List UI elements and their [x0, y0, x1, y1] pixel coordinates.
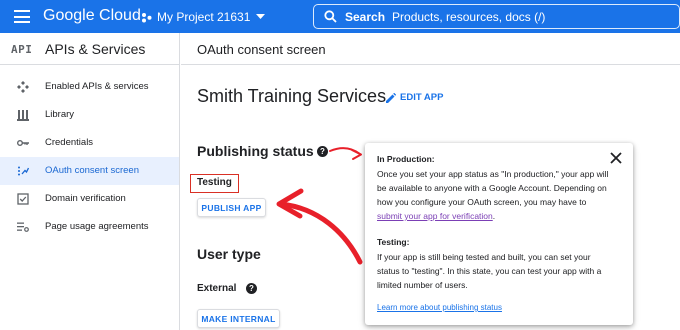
production-heading: In Production: — [377, 154, 435, 164]
app-root: Google Cloud My Project 21631 Search Pro… — [0, 0, 680, 330]
production-description: Once you set your app status as "In prod… — [377, 167, 613, 223]
search-input[interactable]: Search Products, resources, docs (/) — [313, 4, 680, 29]
sidebar-item-library[interactable]: Library — [0, 101, 179, 129]
sidebar: API APIs & Services Enabled APIs & servi… — [0, 33, 180, 330]
annotation-arrowhead-small — [351, 149, 362, 160]
testing-description: If your app is still being tested and bu… — [377, 252, 602, 290]
sidebar-item-enabled-apis[interactable]: Enabled APIs & services — [0, 73, 179, 101]
enabled-apis-icon — [17, 81, 29, 93]
sidebar-item-label: Enabled APIs & services — [45, 81, 149, 92]
project-icon — [142, 12, 152, 22]
main-header: OAuth consent screen — [181, 33, 680, 65]
sidebar-title: APIs & Services — [45, 41, 146, 57]
production-end: . — [492, 211, 496, 221]
api-logo: API — [11, 43, 33, 56]
edit-app-button[interactable]: EDIT APP — [386, 92, 443, 103]
checkbox-icon — [17, 193, 29, 205]
sidebar-item-label: Library — [45, 109, 75, 120]
search-label: Search — [345, 9, 386, 24]
pencil-icon — [386, 92, 396, 103]
library-icon — [17, 110, 29, 121]
help-icon[interactable]: ? — [246, 283, 257, 294]
sidebar-item-label: Domain verification — [45, 193, 126, 204]
search-placeholder: Products, resources, docs (/) — [392, 9, 546, 24]
google-cloud-logo[interactable]: Google Cloud — [43, 7, 141, 25]
edit-app-label: EDIT APP — [400, 92, 444, 103]
menu-icon[interactable] — [14, 10, 30, 23]
annotation-arrow-large — [278, 201, 363, 265]
top-bar: Google Cloud My Project 21631 Search Pro… — [0, 0, 680, 33]
learn-more-link[interactable]: Learn more about publishing status — [377, 303, 502, 312]
sidebar-item-label: Page usage agreements — [45, 221, 149, 232]
make-internal-button[interactable]: MAKE INTERNAL — [197, 309, 280, 328]
publishing-status-popup: In Production: Once you set your app sta… — [365, 143, 633, 325]
key-icon — [17, 140, 29, 146]
sidebar-item-oauth-consent[interactable]: OAuth consent screen — [0, 157, 179, 185]
chevron-down-icon — [256, 14, 266, 19]
settings-list-icon — [17, 222, 29, 232]
sidebar-item-credentials[interactable]: Credentials — [0, 129, 179, 157]
sidebar-item-domain-verification[interactable]: Domain verification — [0, 185, 179, 213]
annotation-arrowhead-large — [276, 188, 304, 219]
close-icon[interactable] — [610, 152, 622, 164]
sidebar-header: API APIs & Services — [0, 33, 180, 65]
status-badge: Testing — [197, 177, 232, 188]
verification-link[interactable]: submit your app for verification — [377, 211, 493, 221]
user-type-value: External — [197, 283, 237, 294]
publishing-status-heading: Publishing status — [197, 143, 314, 159]
publish-app-button[interactable]: PUBLISH APP — [197, 198, 266, 217]
app-name-heading: Smith Training Services — [197, 86, 387, 106]
sidebar-item-page-usage[interactable]: Page usage agreements — [0, 213, 179, 241]
user-type-heading: User type — [197, 246, 261, 262]
project-picker[interactable]: My Project 21631 — [141, 8, 270, 26]
help-icon[interactable]: ? — [317, 146, 328, 157]
page-title: OAuth consent screen — [197, 42, 326, 57]
consent-icon — [18, 166, 29, 176]
production-text: Once you set your app status as "In prod… — [377, 169, 609, 207]
sidebar-item-label: Credentials — [45, 137, 94, 148]
project-name: My Project 21631 — [157, 10, 251, 24]
sidebar-item-label: OAuth consent screen — [45, 165, 139, 176]
annotation-arrow-small — [329, 147, 361, 155]
search-icon — [324, 10, 337, 23]
testing-heading: Testing: — [377, 237, 410, 247]
